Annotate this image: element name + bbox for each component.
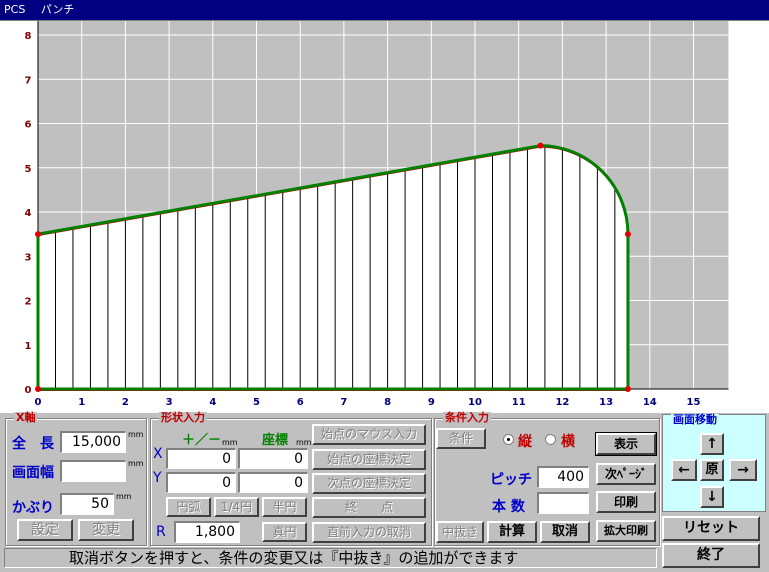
x-tick-11: 11 — [512, 397, 526, 408]
radio-yoko-label: 横 — [561, 434, 575, 450]
length-field[interactable]: 15,000 — [60, 431, 126, 453]
zoom-print-button[interactable]: 拡大印刷 — [596, 520, 656, 542]
start-coord-button[interactable]: 始点の座標決定 — [312, 449, 426, 470]
y-tick-5: 5 — [25, 164, 32, 175]
vertex-point-4 — [624, 386, 631, 392]
radio-tate[interactable] — [503, 434, 514, 445]
kaburi-label: かぶり — [12, 500, 54, 516]
plot-area[interactable]: 0 1 2 3 4 5 6 7 8 9 10 11 12 13 14 15 0 1 2 3 4 5 6 7 8 — [0, 20, 769, 413]
change-button[interactable]: 変更 — [78, 519, 134, 541]
reset-button[interactable]: リセット — [662, 516, 760, 541]
x-tick-3: 3 — [166, 397, 173, 408]
status-bar: 取消ボタンを押すと、条件の変更又は『中抜き』の追加ができます — [4, 548, 657, 568]
origin-button[interactable]: 原 — [700, 459, 724, 481]
shape-legend: 形状入力 — [159, 411, 207, 424]
count-field[interactable] — [537, 492, 589, 514]
half-circle-button[interactable]: 半円 — [262, 497, 307, 517]
y-tick-3: 3 — [25, 252, 32, 263]
vertex-point-1 — [35, 231, 41, 238]
coord-label: 座標 — [262, 433, 289, 448]
x-tick-1: 1 — [78, 397, 85, 408]
coord-unit: mm — [296, 438, 312, 447]
next-coord-button[interactable]: 次点の座標決定 — [312, 473, 426, 494]
x-tick-10: 10 — [468, 397, 482, 408]
condition-legend: 条件入力 — [443, 411, 491, 424]
x-tick-0: 0 — [35, 397, 42, 408]
quarter-circle-button[interactable]: 1/4円 — [214, 497, 259, 517]
calc-button[interactable]: 計算 — [487, 521, 537, 543]
pitch-field[interactable]: 400 — [537, 466, 589, 488]
exit-button[interactable]: 終了 — [662, 543, 760, 568]
radio-tate-label: 縦 — [518, 434, 532, 450]
title-bar: PCS パンチ — [0, 0, 769, 20]
length-label: 全 長 — [12, 436, 54, 452]
x-tick-8: 8 — [384, 397, 391, 408]
x-tick-7: 7 — [340, 397, 347, 408]
y-tick-2: 2 — [25, 297, 32, 308]
kaburi-unit: mm — [116, 492, 132, 501]
width-field[interactable] — [60, 460, 126, 482]
set-button[interactable]: 設定 — [17, 519, 73, 541]
full-circle-button[interactable]: 真円 — [262, 522, 307, 542]
x-tick-2: 2 — [122, 397, 129, 408]
radio-yoko[interactable] — [545, 434, 556, 445]
y-coord-field[interactable]: 0 — [238, 472, 308, 493]
x-tick-6: 6 — [297, 397, 304, 408]
count-label: 本 数 — [492, 499, 525, 515]
y-tick-1: 1 — [25, 341, 32, 352]
x-axis-legend: X軸 — [14, 411, 38, 424]
title-left: PCS — [4, 3, 26, 16]
vertex-point-0 — [35, 386, 41, 392]
width-label: 画面幅 — [12, 465, 54, 481]
plusminus-unit: mm — [222, 438, 238, 447]
end-point-button[interactable]: 終 点 — [312, 497, 426, 518]
move-right-button[interactable]: → — [729, 459, 757, 481]
move-left-button[interactable]: ← — [671, 459, 697, 481]
y-delta-field[interactable]: 0 — [166, 472, 236, 493]
y-tick-4: 4 — [25, 208, 32, 219]
mouse-start-button[interactable]: 始点のマウス入力 — [312, 424, 426, 445]
cancel-button[interactable]: 取消 — [540, 521, 590, 543]
y-tick-8: 8 — [25, 31, 32, 42]
y-tick-7: 7 — [25, 75, 32, 86]
x-tick-5: 5 — [253, 397, 260, 408]
x-coord-field[interactable]: 0 — [238, 448, 308, 469]
title-right: パンチ — [40, 3, 75, 16]
width-unit: mm — [128, 459, 144, 468]
length-unit: mm — [128, 430, 144, 439]
pitch-label: ピッチ — [490, 472, 532, 488]
x-tick-9: 9 — [428, 397, 435, 408]
y-tick-0: 0 — [25, 385, 32, 396]
r-label: R — [156, 524, 166, 540]
plusminus-label: ＋／－ — [182, 433, 222, 448]
vertex-point-3 — [624, 231, 631, 238]
screen-move-legend: 画面移動 — [671, 413, 719, 426]
x-label: X — [153, 446, 163, 462]
x-tick-4: 4 — [209, 397, 216, 408]
x-tick-15: 15 — [687, 397, 701, 408]
print-button[interactable]: 印刷 — [596, 491, 656, 513]
arc-button[interactable]: 円弧 — [166, 497, 211, 517]
condition-button[interactable]: 条件 — [436, 428, 486, 449]
vertex-point-2 — [537, 142, 544, 149]
y-tick-6: 6 — [25, 120, 32, 131]
y-label: Y — [153, 470, 162, 486]
show-button[interactable]: 表示 — [595, 432, 657, 456]
next-page-button[interactable]: 次ﾍﾟｰｼﾞ — [596, 463, 656, 485]
x-tick-12: 12 — [555, 397, 569, 408]
move-up-button[interactable]: ↑ — [700, 433, 724, 455]
kaburi-field[interactable]: 50 — [60, 493, 114, 515]
x-tick-14: 14 — [643, 397, 657, 408]
undo-input-button[interactable]: 直前入力の取消 — [312, 522, 426, 543]
move-down-button[interactable]: ↓ — [700, 486, 724, 508]
x-tick-13: 13 — [599, 397, 613, 408]
r-field[interactable]: 1,800 — [174, 521, 240, 543]
nukiki-button[interactable]: 中抜き — [436, 521, 484, 543]
shape-chart: 0 1 2 3 4 5 6 7 8 9 10 11 12 13 14 15012345678 — [25, 21, 729, 408]
x-delta-field[interactable]: 0 — [166, 448, 236, 469]
